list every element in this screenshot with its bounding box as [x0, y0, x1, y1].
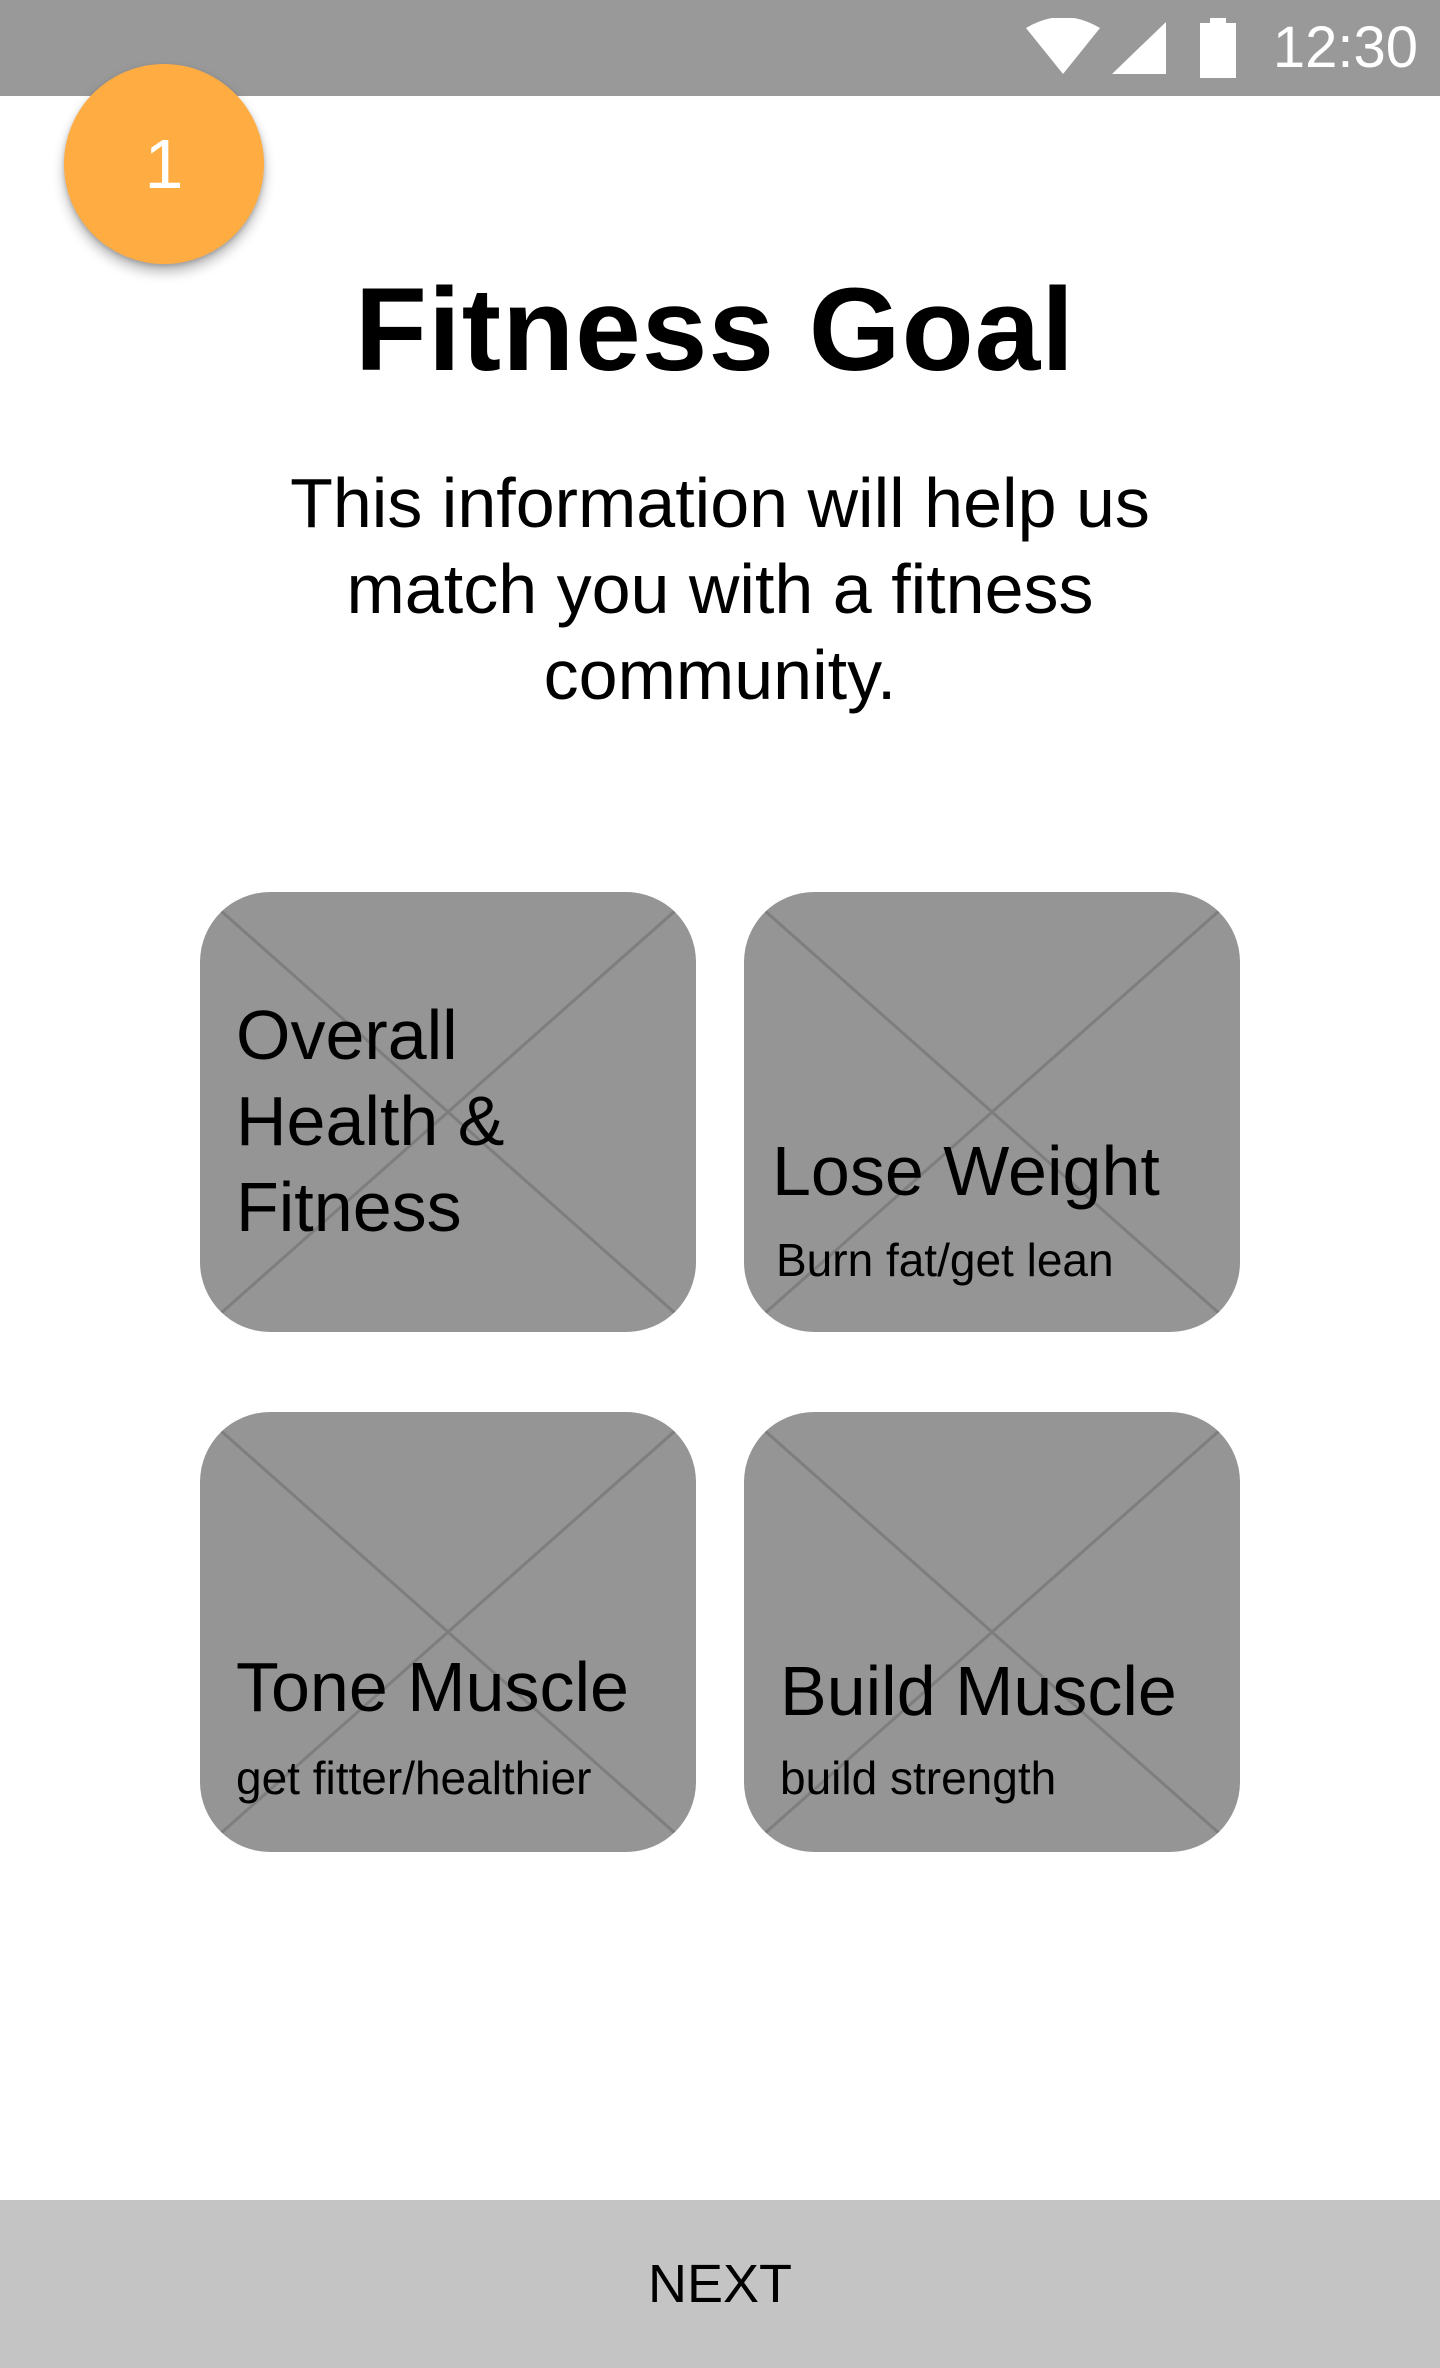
goal-card-title: Build Muscle [780, 1652, 1177, 1730]
cellular-signal-icon [1108, 18, 1166, 78]
goal-card-subtitle: Burn fat/get lean [776, 1234, 1114, 1286]
page-subtitle: This information will help us match you … [290, 464, 1150, 714]
goal-card-title: Tone Muscle [236, 1648, 629, 1726]
step-number-badge: 1 [64, 64, 264, 264]
goal-card-lose-weight[interactable]: Lose Weight Burn fat/get lean [744, 892, 1240, 1332]
next-button[interactable]: NEXT [0, 2200, 1440, 2368]
goal-card-build-muscle[interactable]: Build Muscle build strength [744, 1412, 1240, 1852]
goal-card-title: Overall Health & Fitness [236, 996, 505, 1246]
page-title: Fitness Goal [354, 264, 1076, 396]
goal-card-overall-health[interactable]: Overall Health & Fitness [200, 892, 696, 1332]
wifi-icon [1026, 18, 1100, 78]
goal-card-tone-muscle[interactable]: Tone Muscle get fitter/healthier [200, 1412, 696, 1852]
fitness-goal-screen: 12:30 1 Fitness Goal This information wi… [0, 0, 1440, 2368]
status-time: 12:30 [1272, 15, 1418, 80]
goal-card-subtitle: get fitter/healthier [236, 1752, 592, 1804]
goal-card-subtitle: build strength [780, 1752, 1057, 1804]
goal-card-title: Lose Weight [772, 1132, 1160, 1210]
battery-icon [1198, 18, 1238, 78]
